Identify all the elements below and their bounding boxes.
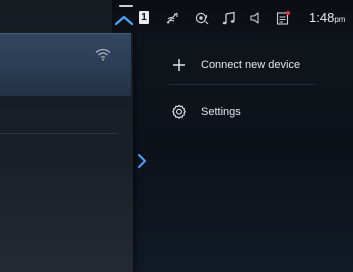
panel-divider [0,133,118,134]
settings-label: Settings [201,106,241,118]
voice-assistant-icon [195,12,209,25]
plus-icon [173,59,185,71]
settings-item[interactable]: Settings [165,85,335,139]
device-list-panel [0,0,133,272]
music-note-icon [222,11,235,25]
bluetooth-screen: 1 1:48pm Connect new device Settings [0,0,353,272]
clock-ampm: pm [334,15,346,24]
wifi-icon [95,48,111,61]
connect-new-device-label: Connect new device [201,59,301,71]
notification-icon[interactable] [276,11,290,25]
connected-device-card[interactable] [0,33,131,96]
wireless-charging-icon [166,12,178,24]
pull-down-handle[interactable] [119,5,133,7]
connect-new-device-item[interactable]: Connect new device [165,46,335,84]
speaker-icon [250,12,259,24]
chevron-right-icon[interactable] [136,153,148,169]
status-bar: 1 1:48pm [112,0,353,33]
gear-icon [172,104,186,119]
clock-time: 1:48 [309,10,335,25]
bluetooth-menu: Connect new device Settings [165,46,335,139]
status-clock: 1:48pm [309,10,345,28]
chevron-up-icon[interactable] [113,13,135,27]
profile-badge: 1 [139,11,149,24]
